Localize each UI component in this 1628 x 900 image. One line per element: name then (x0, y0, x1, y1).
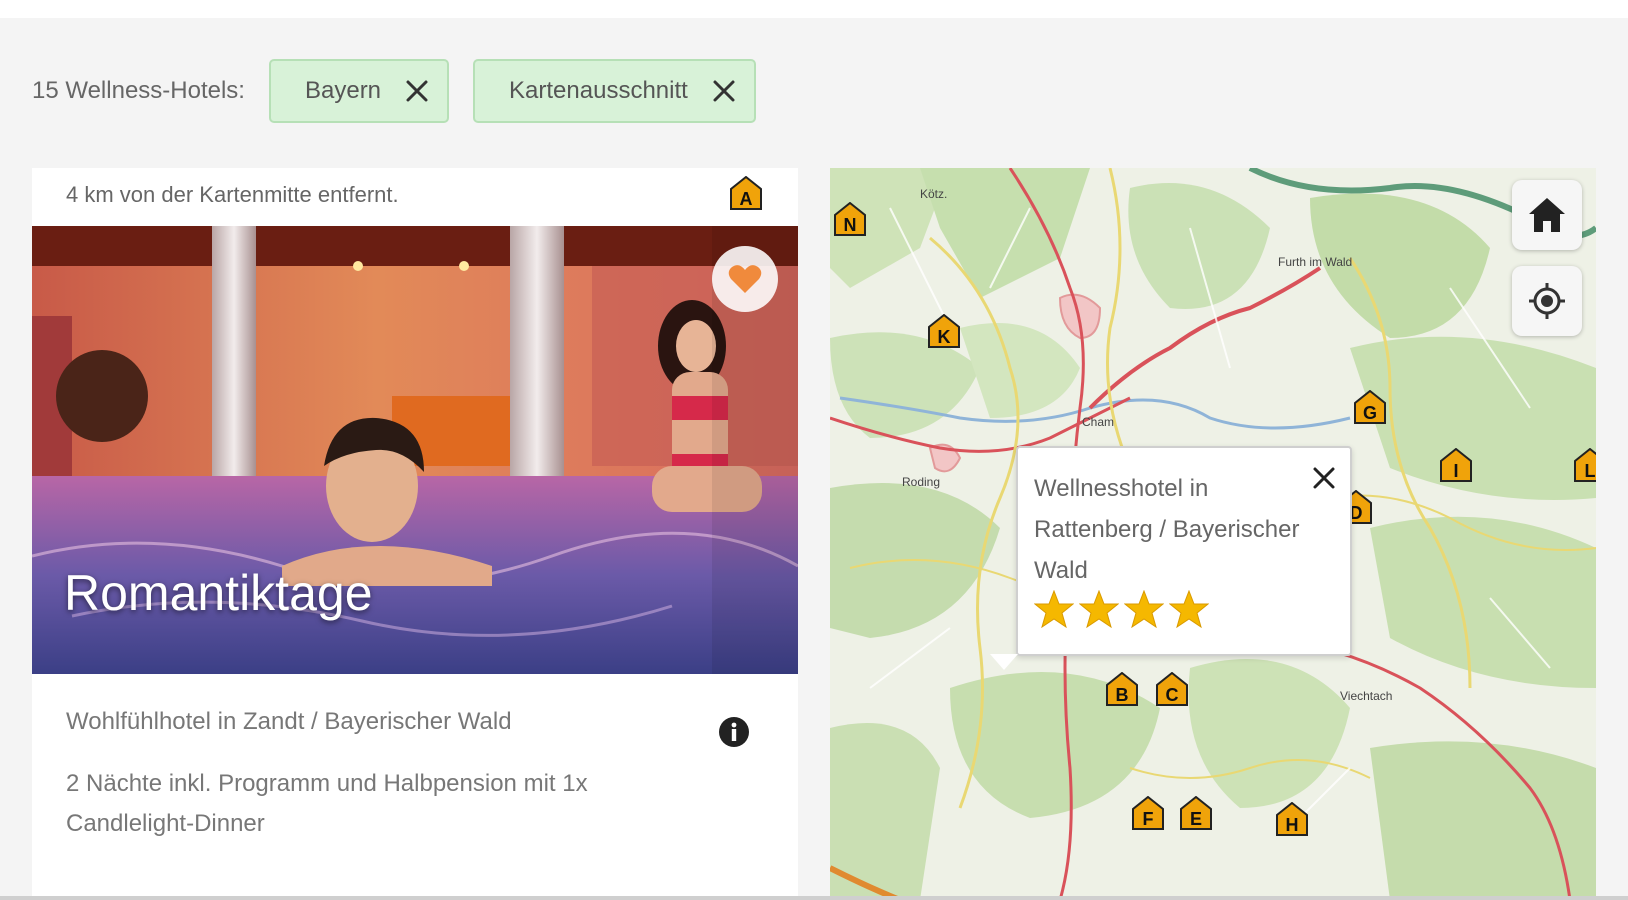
marker-letter: L (1585, 461, 1596, 481)
star-icon (1034, 590, 1074, 628)
marker-letter: H (1286, 815, 1299, 835)
close-icon[interactable] (1310, 464, 1338, 492)
popup-title[interactable]: Wellnesshotel in Rattenberg / Bayerische… (1034, 468, 1324, 591)
marker-letter: B (1116, 685, 1129, 705)
hotel-marker-h[interactable]: H (1276, 802, 1308, 836)
filter-row: 15 Wellness-Hotels: Bayern Kartenausschn… (32, 58, 780, 124)
hotel-marker-n[interactable]: N (834, 202, 866, 236)
marker-letter: K (938, 327, 951, 347)
home-icon (1529, 198, 1565, 232)
place-label: Viechtach (1340, 689, 1392, 703)
hotel-marker-b[interactable]: B (1106, 672, 1138, 706)
star-rating (1034, 590, 1214, 628)
map-panel[interactable]: Kötz. Furth im Wald Cham Roding Viechtac… (830, 168, 1596, 900)
place-label: Furth im Wald (1278, 255, 1352, 269)
hotel-marker-c[interactable]: C (1156, 672, 1188, 706)
star-icon (1124, 590, 1164, 628)
hotel-count: 15 Wellness-Hotels: (32, 77, 245, 104)
marker-letter: A (740, 189, 753, 209)
distance-text: 4 km von der Kartenmitte entfernt. (66, 182, 399, 207)
locate-button[interactable] (1512, 266, 1582, 336)
hotel-marker-l[interactable]: L (1574, 448, 1596, 482)
place-label: Roding (902, 475, 940, 489)
hotel-marker-e[interactable]: E (1180, 796, 1212, 830)
hotel-name[interactable]: Wohlfühlhotel in Zandt / Bayerischer Wal… (66, 708, 512, 736)
hotel-card[interactable]: 4 km von der Kartenmitte entfernt. A Rom… (32, 168, 798, 900)
close-icon[interactable] (710, 77, 738, 105)
hotel-marker-k[interactable]: K (928, 314, 960, 348)
hotel-marker-a[interactable]: A (730, 176, 762, 210)
bottom-border (0, 896, 1628, 900)
marker-letter: I (1453, 461, 1458, 481)
hotel-popup[interactable]: Wellnesshotel in Rattenberg / Bayerische… (1016, 446, 1352, 656)
place-label: Cham (1082, 415, 1114, 429)
marker-letter: G (1363, 403, 1377, 423)
marker-letter: N (844, 215, 857, 235)
heart-icon (728, 265, 762, 293)
popup-pointer (990, 654, 1018, 670)
home-button[interactable] (1512, 180, 1582, 250)
star-icon (1079, 590, 1119, 628)
filter-chip-bayern[interactable]: Bayern (268, 59, 450, 123)
place-label: Kötz. (920, 187, 947, 201)
close-icon[interactable] (403, 77, 431, 105)
marker-letter: E (1190, 809, 1202, 829)
filter-chip-kartenausschnitt[interactable]: Kartenausschnitt (473, 59, 756, 123)
favorite-button[interactable] (712, 246, 778, 312)
marker-letter: C (1166, 685, 1179, 705)
info-icon[interactable] (718, 716, 750, 748)
marker-letter: F (1143, 809, 1154, 829)
hotel-marker-i[interactable]: I (1440, 448, 1472, 482)
filter-chip-label: Kartenausschnitt (509, 77, 688, 104)
offer-title[interactable]: Romantiktage (64, 564, 373, 622)
hotel-marker-g[interactable]: G (1354, 390, 1386, 424)
star-icon (1169, 590, 1209, 628)
hotel-marker-f[interactable]: F (1132, 796, 1164, 830)
locate-icon (1529, 283, 1565, 319)
offer-description: 2 Nächte inkl. Programm und Halbpension … (66, 770, 588, 837)
filter-chip-label: Bayern (304, 77, 382, 104)
top-bar (0, 0, 1628, 18)
